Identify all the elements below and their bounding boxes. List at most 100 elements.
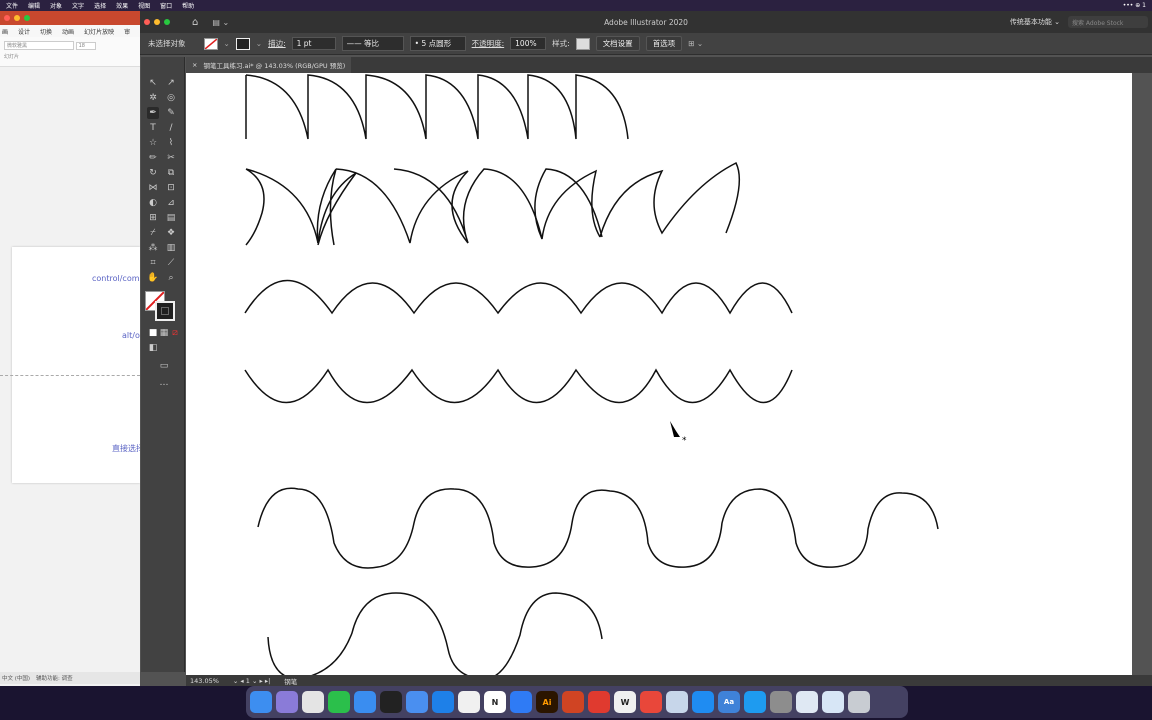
zoom-icon[interactable] bbox=[24, 15, 30, 21]
screen-mode-icon[interactable]: ▭ bbox=[158, 360, 170, 372]
menu-edit[interactable]: 编辑 bbox=[28, 1, 40, 10]
accessibility-status[interactable]: 辅助功能: 调查 bbox=[36, 674, 73, 682]
ppt-tab[interactable]: 切换 bbox=[40, 27, 52, 36]
dock-downloads-icon[interactable] bbox=[822, 691, 844, 713]
ppt-tab[interactable]: 画 bbox=[2, 27, 8, 36]
free-transform-icon[interactable]: ⊡ bbox=[165, 182, 177, 194]
dock-video-icon[interactable] bbox=[588, 691, 610, 713]
brush-select[interactable]: • 5 点圆形 bbox=[409, 36, 466, 51]
minimize-icon[interactable] bbox=[14, 15, 20, 21]
font-size-select[interactable]: 18 bbox=[75, 42, 96, 50]
opacity-label[interactable]: 不透明度: bbox=[472, 38, 505, 49]
menu-effect[interactable]: 效果 bbox=[116, 1, 128, 10]
language-status[interactable]: 中文 (中国) bbox=[2, 674, 30, 682]
dock-notion-icon[interactable]: N bbox=[484, 691, 506, 713]
menu-object[interactable]: 对象 bbox=[50, 1, 62, 10]
rotate-tool-icon[interactable]: ↻ bbox=[147, 167, 159, 179]
current-tool-status[interactable]: 钢笔 bbox=[284, 676, 297, 686]
direct-selection-tool-icon[interactable]: ↗ bbox=[165, 77, 177, 89]
symbol-sprayer-icon[interactable]: ⁂ bbox=[147, 242, 159, 254]
dock-wechat-icon[interactable] bbox=[328, 691, 350, 713]
dock-wps-icon[interactable]: W bbox=[614, 691, 636, 713]
dock-illustrator-icon[interactable]: Ai bbox=[536, 691, 558, 713]
dock-feishu-icon[interactable] bbox=[510, 691, 532, 713]
preferences-button[interactable]: 首选项 bbox=[645, 36, 683, 51]
chevron-down-icon[interactable]: ⌄ bbox=[224, 39, 230, 48]
dock-powerpoint-icon[interactable] bbox=[562, 691, 584, 713]
magic-wand-icon[interactable]: ✲ bbox=[147, 92, 159, 104]
hand-tool-icon[interactable]: ✋ bbox=[147, 272, 159, 284]
ppt-slide[interactable]: control/comm alt/o 直接选择 bbox=[12, 247, 147, 483]
stroke-label[interactable]: 描边: bbox=[268, 38, 286, 49]
blend-tool-icon[interactable]: ❖ bbox=[165, 227, 177, 239]
menu-status-icons[interactable]: ••• ⊕ 1 bbox=[1123, 2, 1146, 9]
menu-window[interactable]: 窗口 bbox=[160, 1, 172, 10]
draw-normal-icon[interactable]: ◧ bbox=[147, 342, 159, 354]
ppt-tab[interactable]: 设计 bbox=[18, 27, 30, 36]
zoom-level[interactable]: 143.05% bbox=[190, 677, 219, 685]
dock-appstore-icon[interactable] bbox=[692, 691, 714, 713]
gradient-tool-icon[interactable]: ▤ bbox=[165, 212, 177, 224]
close-icon[interactable] bbox=[4, 15, 10, 21]
dock-trash-icon[interactable] bbox=[848, 691, 870, 713]
artboard-tool-icon[interactable]: ⌗ bbox=[147, 257, 159, 269]
menu-file[interactable]: 文件 bbox=[6, 1, 18, 10]
scissors-icon[interactable]: ✂ bbox=[165, 152, 177, 164]
shape-builder-icon[interactable]: ◐ bbox=[147, 197, 159, 209]
zoom-tool-icon[interactable]: ⌕ bbox=[165, 272, 177, 284]
dock-qq2-icon[interactable] bbox=[744, 691, 766, 713]
width-tool-icon[interactable]: ⋈ bbox=[147, 182, 159, 194]
pen-tool-icon[interactable]: ✒ bbox=[147, 107, 159, 119]
pencil-icon[interactable]: ✏ bbox=[147, 152, 159, 164]
workspace-switcher[interactable]: 传统基本功能 ⌄ bbox=[1010, 17, 1060, 27]
slice-tool-icon[interactable]: ⟋ bbox=[165, 257, 177, 269]
artboard-navigator[interactable]: ⌄ ◂ 1 ⌄ ▸ ▸| bbox=[233, 677, 270, 685]
paintbrush-icon[interactable]: ⌇ bbox=[165, 137, 177, 149]
stroke-profile-select[interactable]: —— 等比 bbox=[341, 36, 404, 51]
eyedropper-icon[interactable]: ⌿ bbox=[147, 227, 159, 239]
dock-qq-browser-icon[interactable] bbox=[354, 691, 376, 713]
arrange-icon[interactable]: ⊞ ⌄ bbox=[688, 39, 703, 48]
more-tools-icon[interactable]: … bbox=[158, 377, 170, 389]
menu-select[interactable]: 选择 bbox=[94, 1, 106, 10]
menu-type[interactable]: 文字 bbox=[72, 1, 84, 10]
line-tool-icon[interactable]: / bbox=[165, 122, 177, 134]
perspective-grid-icon[interactable]: ⊿ bbox=[165, 197, 177, 209]
menu-help[interactable]: 帮助 bbox=[182, 1, 194, 10]
style-swatch[interactable] bbox=[575, 37, 590, 50]
dock-chrome-icon[interactable] bbox=[302, 691, 324, 713]
graph-tool-icon[interactable]: ▥ bbox=[165, 242, 177, 254]
stroke-swatch[interactable] bbox=[235, 37, 250, 50]
chevron-down-icon[interactable]: ⌄ bbox=[256, 39, 262, 48]
menu-view[interactable]: 视图 bbox=[138, 1, 150, 10]
dock-tasks-icon[interactable] bbox=[458, 691, 480, 713]
dock-settings-icon[interactable] bbox=[770, 691, 792, 713]
font-name-select[interactable]: 微软雅黑 bbox=[4, 41, 74, 50]
dock-safari-icon[interactable] bbox=[432, 691, 454, 713]
star-tool-icon[interactable]: ☆ bbox=[147, 137, 159, 149]
selection-tool-icon[interactable]: ↖ bbox=[147, 77, 159, 89]
fill-swatch[interactable] bbox=[203, 37, 218, 50]
none-mode-icon[interactable]: ⧄ bbox=[169, 327, 181, 339]
opacity-field[interactable]: 100% bbox=[510, 37, 547, 50]
close-tab-icon[interactable]: × bbox=[192, 61, 197, 69]
stroke-color-box[interactable] bbox=[155, 301, 175, 321]
dock-mail-icon[interactable] bbox=[406, 691, 428, 713]
ppt-tab[interactable]: 动画 bbox=[62, 27, 74, 36]
curvature-tool-icon[interactable]: ✎ bbox=[165, 107, 177, 119]
dock-notes-icon[interactable] bbox=[640, 691, 662, 713]
artboard-canvas[interactable]: * bbox=[186, 73, 1132, 675]
stock-search-input[interactable]: 搜索 Adobe Stock bbox=[1068, 16, 1148, 28]
document-setup-button[interactable]: 文档设置 bbox=[595, 36, 640, 51]
type-tool-icon[interactable]: T bbox=[147, 122, 159, 134]
dock-preview-icon[interactable] bbox=[666, 691, 688, 713]
mesh-tool-icon[interactable]: ⊞ bbox=[147, 212, 159, 224]
ppt-tab[interactable]: 审 bbox=[124, 27, 130, 36]
lasso-tool-icon[interactable]: ◎ bbox=[165, 92, 177, 104]
document-tab[interactable]: × 钢笔工具练习.ai* @ 143.03% (RGB/GPU 预览) bbox=[186, 57, 352, 73]
dock-finder-icon[interactable] bbox=[250, 691, 272, 713]
dock-dictionary-icon[interactable]: Aa bbox=[718, 691, 740, 713]
scale-tool-icon[interactable]: ⧉ bbox=[165, 167, 177, 179]
dock-launchpad-icon[interactable] bbox=[276, 691, 298, 713]
dock-qq-icon[interactable] bbox=[380, 691, 402, 713]
